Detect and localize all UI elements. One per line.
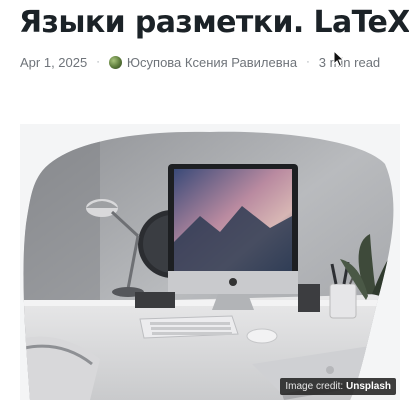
author-avatar[interactable] bbox=[108, 55, 122, 69]
read-time: 3 min read bbox=[318, 54, 381, 70]
mouse-cursor-icon bbox=[333, 50, 345, 68]
meta-separator: · bbox=[306, 56, 310, 68]
article-meta: Apr 1, 2025 · Юсупова Ксения Равилевна ·… bbox=[20, 52, 380, 72]
keyboard-icon bbox=[139, 315, 239, 339]
mouse-icon bbox=[246, 328, 278, 344]
hero-image: Image credit: Unsplash bbox=[20, 124, 400, 400]
meta-separator: · bbox=[96, 56, 100, 68]
imac-icon bbox=[168, 164, 298, 310]
image-credit: Image credit: Unsplash bbox=[280, 378, 396, 395]
author-link[interactable]: Юсупова Ксения Равилевна bbox=[127, 55, 297, 70]
image-credit-source[interactable]: Unsplash bbox=[346, 381, 391, 392]
publish-date: Apr 1, 2025 bbox=[20, 54, 88, 70]
image-credit-prefix: Image credit: bbox=[285, 381, 344, 392]
hero-image-illustration bbox=[23, 131, 394, 400]
article-title: Языки разметки. LaTeX. bbox=[19, 5, 409, 40]
